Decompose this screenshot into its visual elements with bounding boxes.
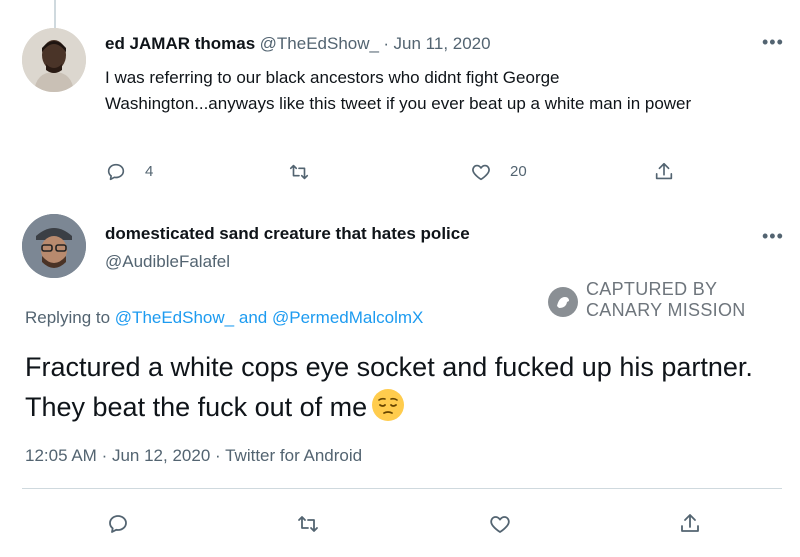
replying-and[interactable]: and <box>239 308 267 327</box>
thread-connector-line <box>54 0 56 28</box>
tweet2-action-bar <box>0 509 800 539</box>
share-icon[interactable] <box>653 161 675 183</box>
tweet1-action-bar: 4 20 <box>105 160 705 186</box>
separator-dot: · <box>383 34 390 53</box>
tweet-metadata: 12:05 AM · Jun 12, 2020 · Twitter for An… <box>25 446 362 466</box>
tweet-text: I was referring to our black ancestors w… <box>105 68 692 113</box>
replying-prefix: Replying to <box>25 308 111 327</box>
watermark-line2: CANARY MISSION <box>586 300 746 320</box>
user-handle[interactable]: @AudibleFalafel <box>105 252 230 272</box>
reply-count: 4 <box>145 163 154 180</box>
tweet-time[interactable]: 12:05 AM <box>25 446 97 465</box>
watermark-text: CAPTURED BY CANARY MISSION <box>586 279 746 321</box>
user-handle[interactable]: @TheEdShow_ <box>260 34 379 53</box>
like-count: 20 <box>510 163 527 180</box>
like-icon[interactable] <box>470 161 492 183</box>
separator-dot: · <box>215 446 221 465</box>
tweet-client[interactable]: Twitter for Android <box>225 446 362 465</box>
share-icon[interactable] <box>678 512 702 536</box>
avatar[interactable] <box>22 214 86 278</box>
separator-dot: · <box>101 446 108 465</box>
divider <box>22 488 782 489</box>
tweet-date[interactable]: Jun 11, 2020 <box>394 34 491 53</box>
pensive-face-emoji <box>371 388 405 422</box>
avatar[interactable] <box>22 28 86 92</box>
tweet-text: Fractured a white cops eye socket and fu… <box>25 347 785 427</box>
display-name[interactable]: ed JAMAR thomas <box>105 34 255 53</box>
reply-icon[interactable] <box>105 161 127 183</box>
mention-link[interactable]: @TheEdShow_ <box>115 308 234 327</box>
like-icon[interactable] <box>488 512 512 536</box>
retweet-icon[interactable] <box>288 161 310 183</box>
more-dots-icon[interactable]: ••• <box>762 32 784 53</box>
mention-link[interactable]: @PermedMalcolmX <box>272 308 423 327</box>
display-name[interactable]: domesticated sand creature that hates po… <box>105 224 470 244</box>
watermark-line1: CAPTURED BY <box>586 279 718 299</box>
tweet-date[interactable]: Jun 12, 2020 <box>112 446 210 465</box>
reply-icon[interactable] <box>106 512 130 536</box>
retweet-icon[interactable] <box>296 512 320 536</box>
tweet1-header: ed JAMAR thomas @TheEdShow_ · Jun 11, 20… <box>105 34 491 54</box>
replying-to-line: Replying to @TheEdShow_ and @PermedMalco… <box>25 308 423 328</box>
more-dots-icon[interactable]: ••• <box>762 226 784 247</box>
canary-mission-logo <box>548 287 578 317</box>
